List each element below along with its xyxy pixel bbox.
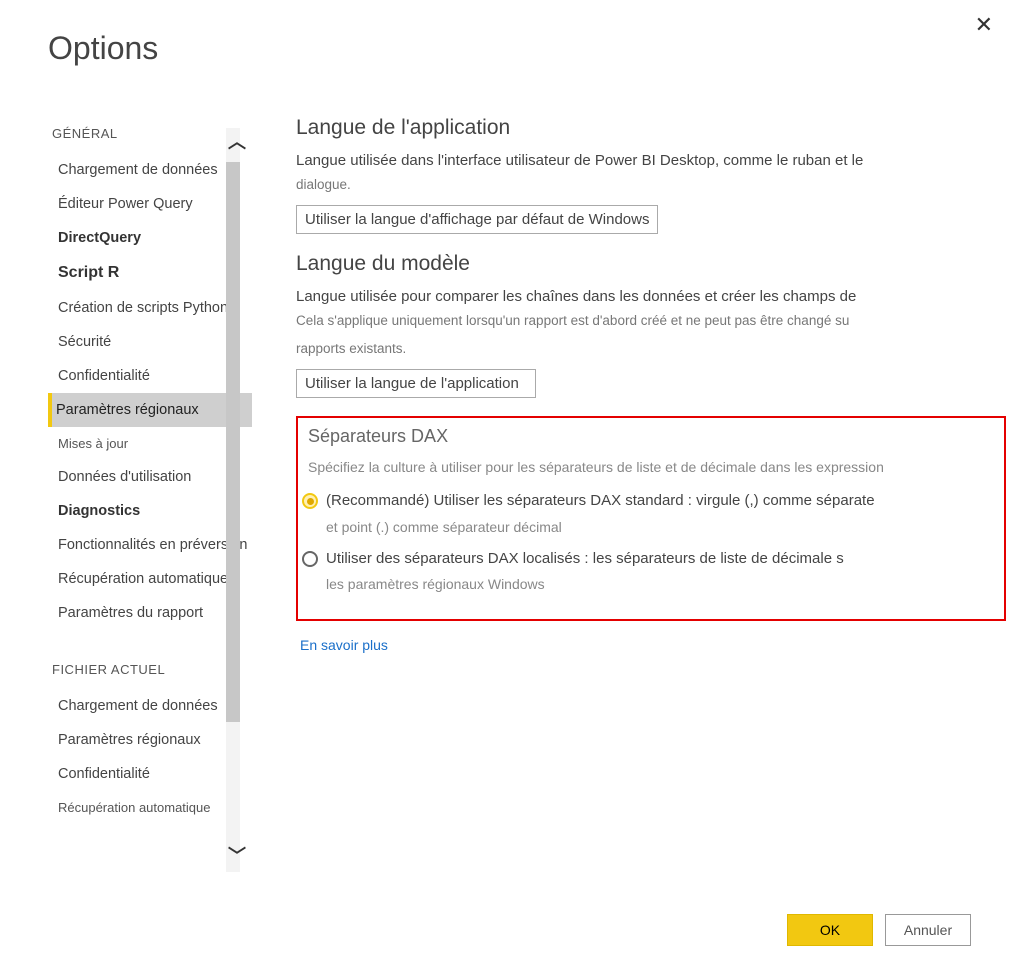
app-language-select[interactable]: Utiliser la langue d'affichage par défau… [296,205,658,234]
sidebar-item-python-scripting[interactable]: Création de scripts Python [52,291,252,325]
dax-separators-highlight: Séparateurs DAX Spécifiez la culture à u… [296,416,1006,621]
ok-button[interactable]: OK [787,914,873,946]
sidebar-item-privacy[interactable]: Confidentialité [52,359,252,393]
sidebar-item-updates[interactable]: Mises à jour [52,427,252,460]
dax-radio-localized-sublabel: les paramètres régionaux Windows [298,574,1004,595]
sidebar-item-data-loading[interactable]: Chargement de données [52,153,252,187]
dax-radio-standard-row[interactable]: (Recommandé) Utiliser les séparateurs DA… [298,490,1004,513]
app-language-heading: Langue de l'application [296,116,1011,140]
sidebar-item-security[interactable]: Sécurité [52,325,252,359]
radio-unselected-icon[interactable] [302,551,318,567]
model-language-heading: Langue du modèle [296,252,1011,276]
model-language-subdesc-line2: rapports existants. [296,338,1011,360]
cancel-button[interactable]: Annuler [885,914,971,946]
dialog-footer: OK Annuler [787,914,971,946]
app-language-desc-line1: Langue utilisée dans l'interface utilisa… [296,150,1011,172]
sidebar-item-power-query[interactable]: Éditeur Power Query [52,187,252,221]
content-pane: Langue de l'application Langue utilisée … [296,116,1011,655]
dax-radio-localized-label: Utiliser des séparateurs DAX localisés :… [326,548,844,571]
learn-more-link[interactable]: En savoir plus [296,637,388,653]
model-language-desc: Langue utilisée pour comparer les chaîne… [296,286,1011,308]
sidebar-section-general: GÉNÉRAL [52,126,252,141]
sidebar: GÉNÉRAL Chargement de données Éditeur Po… [52,118,252,824]
sidebar-item-cf-privacy[interactable]: Confidentialité [52,757,252,791]
sidebar-item-diagnostics[interactable]: Diagnostics [52,494,252,528]
dax-separators-heading: Séparateurs DAX [298,426,1004,447]
model-language-subdesc-line1: Cela s'applique uniquement lorsqu'un rap… [296,310,1011,332]
sidebar-item-regional-settings[interactable]: Paramètres régionaux [48,393,252,427]
chevron-up-icon[interactable]: ︿ [228,128,246,154]
sidebar-scrollbar-thumb[interactable] [226,162,240,722]
sidebar-item-directquery[interactable]: DirectQuery [52,221,252,255]
app-language-desc-line2: dialogue. [296,174,1011,196]
dax-radio-standard-label: (Recommandé) Utiliser les séparateurs DA… [326,490,875,513]
sidebar-section-current-file: FICHIER ACTUEL [52,662,252,677]
sidebar-item-usage-data[interactable]: Données d'utilisation [52,460,252,494]
sidebar-item-script-r[interactable]: Script R [52,255,252,291]
model-language-select[interactable]: Utiliser la langue de l'application [296,369,536,398]
dialog-title: Options [48,30,158,67]
close-icon[interactable]: ✕ [975,12,993,38]
sidebar-item-cf-regional[interactable]: Paramètres régionaux [52,723,252,757]
dax-radio-localized-row[interactable]: Utiliser des séparateurs DAX localisés :… [298,548,1004,571]
sidebar-item-cf-auto-recovery[interactable]: Récupération automatique [52,791,252,824]
sidebar-item-report-settings[interactable]: Paramètres du rapport [52,596,252,630]
dax-separators-desc: Spécifiez la culture à utiliser pour les… [298,457,1004,478]
sidebar-item-auto-recovery[interactable]: Récupération automatique [52,562,252,596]
radio-selected-icon[interactable] [302,493,318,509]
sidebar-item-cf-data-loading[interactable]: Chargement de données [52,689,252,723]
dax-radio-standard-sublabel: et point (.) comme séparateur décimal [298,517,1004,538]
chevron-down-icon[interactable]: ﹀ [228,842,246,868]
sidebar-item-preview-features[interactable]: Fonctionnalités en préversion [52,528,252,562]
